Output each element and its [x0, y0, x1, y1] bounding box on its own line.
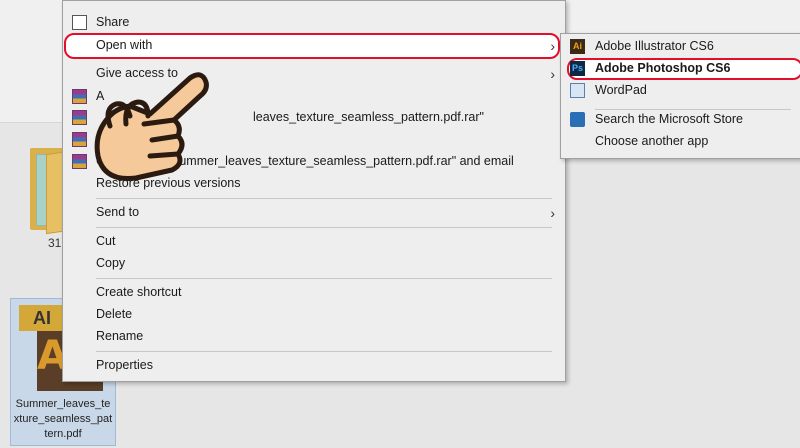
wordpad-icon — [570, 83, 585, 98]
illustrator-icon: Ai — [570, 39, 585, 54]
folder-label: 31 — [48, 236, 62, 250]
chevron-right-icon: › — [550, 38, 555, 54]
submenu-item-label: Search the Microsoft Store — [595, 112, 743, 126]
menu-separator — [96, 278, 552, 279]
menu-item-label: Share — [96, 15, 130, 29]
menu-item-rename[interactable]: Rename — [63, 326, 565, 348]
menu-item-label: leaves_texture_seamless_pattern.pdf.rar" — [253, 110, 484, 124]
menu-item-label: Delete — [96, 307, 133, 321]
submenu-item-photoshop[interactable]: Ps Adobe Photoshop CS6 — [561, 58, 800, 80]
menu-item-label: Rename — [96, 329, 144, 343]
submenu-item-label: Adobe Photoshop CS6 — [595, 61, 731, 75]
menu-item-create-shortcut[interactable]: Create shortcut — [63, 282, 565, 304]
menu-separator — [96, 351, 552, 352]
menu-item-label: Open with — [96, 38, 153, 52]
menu-item-label: Properties — [96, 358, 153, 372]
open-with-submenu: Ai Adobe Illustrator CS6 Ps Adobe Photos… — [560, 33, 800, 159]
menu-item-label: Create shortcut — [96, 285, 182, 299]
menu-item-label: Summer_leaves_texture_seamless_pattern.p… — [171, 154, 514, 168]
chevron-right-icon: › — [550, 66, 555, 82]
store-icon — [570, 112, 585, 127]
menu-item-properties[interactable]: Properties — [63, 355, 565, 377]
menu-item-label: Copy — [96, 256, 126, 270]
menu-item-open-with[interactable]: Open with › — [63, 35, 565, 57]
menu-item-delete[interactable]: Delete — [63, 304, 565, 326]
photoshop-icon: Ps — [570, 61, 585, 76]
menu-item-copy[interactable]: Copy — [63, 253, 565, 275]
pointing-hand-icon — [94, 72, 209, 182]
winrar-icon — [72, 154, 87, 169]
submenu-item-choose-another[interactable]: Choose another app — [561, 131, 800, 153]
menu-item-label: Cut — [96, 234, 116, 248]
context-menu: Share Open with › Give access to › A lea… — [62, 0, 566, 382]
submenu-item-label: WordPad — [595, 83, 647, 97]
submenu-item-wordpad[interactable]: WordPad — [561, 80, 800, 102]
winrar-icon — [72, 89, 87, 104]
menu-item-send-to[interactable]: Send to › — [63, 202, 565, 224]
submenu-item-label: Adobe Illustrator CS6 — [595, 39, 714, 53]
menu-separator — [96, 227, 552, 228]
submenu-item-label: Choose another app — [595, 134, 709, 148]
menu-item-share[interactable]: Share — [63, 12, 565, 34]
menu-item-label: Send to — [96, 205, 140, 219]
menu-separator — [96, 198, 552, 199]
file-icon-badge: AI — [19, 305, 65, 331]
chevron-right-icon: › — [550, 205, 555, 221]
submenu-item-store[interactable]: Search the Microsoft Store — [561, 109, 800, 131]
menu-item-cut[interactable]: Cut — [63, 231, 565, 253]
winrar-icon — [72, 110, 87, 125]
winrar-icon — [72, 132, 87, 147]
share-icon — [72, 15, 87, 30]
submenu-item-illustrator[interactable]: Ai Adobe Illustrator CS6 — [561, 36, 800, 58]
file-name: Summer_leaves_texture_seamless_pattern.p… — [13, 398, 113, 440]
